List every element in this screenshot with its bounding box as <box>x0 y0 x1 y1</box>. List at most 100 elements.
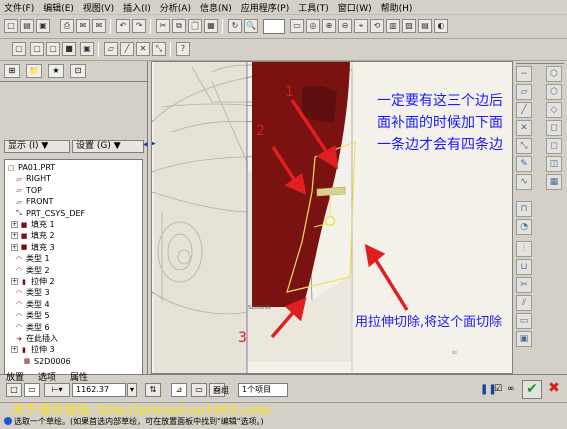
merge-icon[interactable]: ⊔ <box>516 259 532 275</box>
plane-icon[interactable]: ▱ <box>516 84 532 100</box>
connections-icon[interactable]: ⊡ <box>70 64 86 78</box>
tree-item[interactable]: ➔ 在此插入 <box>15 333 58 344</box>
datum-planes-icon[interactable]: ▱ <box>104 42 118 56</box>
shading-icon[interactable]: ■ <box>62 42 76 56</box>
settings-dropdown[interactable]: 设置 (G) ▼ <box>72 140 144 153</box>
copy-icon[interactable]: ⧉ <box>172 19 186 33</box>
thicken-icon[interactable]: ▭ <box>516 313 532 329</box>
tree-item[interactable]: ▦ S2D0006 <box>23 356 71 367</box>
zoom-out-icon[interactable]: ⊖ <box>338 19 352 33</box>
menu-view[interactable]: 视图(V) <box>83 1 114 14</box>
wireframe-icon[interactable]: ▢ <box>12 42 26 56</box>
tree-item[interactable]: ⤡ PRT_CSYS_DEF <box>15 208 85 219</box>
menu-tools[interactable]: 工具(T) <box>298 1 329 14</box>
surface-extrude-icon[interactable]: ▭ <box>24 383 40 397</box>
sketch-tool-icon[interactable]: ✎ <box>516 156 532 172</box>
regenerate-icon[interactable]: ↻ <box>228 19 242 33</box>
hidden-line-icon[interactable]: ▢ <box>30 42 44 56</box>
save-icon[interactable]: ▣ <box>36 19 50 33</box>
tree-item[interactable]: ◠ 类型 6 <box>15 322 50 333</box>
extrude-tool-icon[interactable]: ⊓ <box>516 201 532 217</box>
new-file-icon[interactable]: □ <box>4 19 18 33</box>
expand-toggle-icon[interactable]: + <box>11 232 18 240</box>
repaint-icon[interactable]: ▭ <box>290 19 304 33</box>
viewport-left-arrow-icon[interactable]: ▶ <box>152 140 156 147</box>
menu-insert[interactable]: 插入(I) <box>123 1 151 14</box>
cancel-button[interactable]: ✖ <box>545 380 563 399</box>
depth-dropdown-icon[interactable]: ▾ <box>127 383 137 397</box>
menu-edit[interactable]: 编辑(E) <box>43 1 74 14</box>
solidify-icon[interactable]: ▣ <box>516 331 532 347</box>
datum-points-icon[interactable]: ✕ <box>136 42 150 56</box>
whats-this-icon[interactable]: ? <box>176 42 190 56</box>
thicken-sketch-icon[interactable]: ▭ <box>191 383 207 397</box>
email-link-icon[interactable]: ✉ <box>92 19 106 33</box>
paste-special-icon[interactable]: ▦ <box>204 19 218 33</box>
csys-display-icon[interactable]: ⤡ <box>152 42 166 56</box>
layers-icon[interactable]: ▨ <box>402 19 416 33</box>
tree-item[interactable]: ◠ 类型 1 <box>15 253 50 264</box>
tree-item[interactable]: + ▮ 拉伸 2 <box>11 276 55 287</box>
menu-info[interactable]: 信息(N) <box>200 1 232 14</box>
print-icon[interactable]: ⎙ <box>60 19 74 33</box>
revolve-tool-icon[interactable]: ◔ <box>516 219 532 235</box>
trim-icon[interactable]: ✂ <box>516 277 532 293</box>
reorient-icon[interactable]: ⟲ <box>370 19 384 33</box>
depth-value-input[interactable]: 1162.37 <box>72 383 126 397</box>
feature-icon-e[interactable]: ◻ <box>546 138 562 154</box>
feature-icon-a[interactable]: ⬡ <box>546 66 562 82</box>
accept-button[interactable]: ✔ <box>522 380 542 399</box>
expand-toggle-icon[interactable]: + <box>11 278 18 285</box>
curve-icon[interactable]: ∿ <box>516 174 532 190</box>
datum-axes-icon[interactable]: ╱ <box>120 42 134 56</box>
tree-item[interactable]: + ▮ 拉伸 3 <box>11 344 55 355</box>
display-dropdown[interactable]: 显示 (I) ▼ <box>4 140 70 153</box>
feature-icon-f[interactable]: ◫ <box>546 156 562 172</box>
menu-window[interactable]: 窗口(W) <box>338 1 372 14</box>
tree-item[interactable]: ▱ FRONT <box>15 196 53 207</box>
tree-item[interactable]: ◠ 类型 3 <box>15 287 50 298</box>
expand-toggle-icon[interactable]: + <box>11 346 18 354</box>
tree-item[interactable]: ▱ TOP <box>15 185 42 196</box>
mirror-icon[interactable]: ⫶ <box>516 241 532 257</box>
csys-icon[interactable]: ⤡ <box>516 138 532 154</box>
menu-applications[interactable]: 应用程序(P) <box>241 1 289 14</box>
tree-item[interactable]: ◠ 类型 2 <box>15 265 50 276</box>
depth-option-icon[interactable]: ⊢▾ <box>44 383 70 397</box>
menu-file[interactable]: 文件(F) <box>4 1 34 14</box>
undo-icon[interactable]: ↶ <box>116 19 130 33</box>
selection-filter-dropdown[interactable] <box>263 19 285 34</box>
open-file-icon[interactable]: ▤ <box>20 19 34 33</box>
feature-icon-g[interactable]: ▦ <box>546 174 562 190</box>
tree-item[interactable]: ◠ 类型 5 <box>15 310 50 321</box>
axis-icon[interactable]: ╱ <box>516 102 532 118</box>
tree-item[interactable]: + ■ 填充 2 <box>11 230 55 241</box>
refit-icon[interactable]: ⌖ <box>354 19 368 33</box>
view-manager-icon[interactable]: ▤ <box>418 19 432 33</box>
tree-item[interactable]: + ■ 填充 3 <box>11 242 55 253</box>
verify-icon[interactable]: ∞ <box>507 384 515 394</box>
menu-help[interactable]: 帮助(H) <box>381 1 413 14</box>
tree-item[interactable]: ▢ PA01.PRT <box>7 162 56 173</box>
rotate-view-icon[interactable]: ~ <box>516 66 532 82</box>
offset-icon[interactable]: ⫽ <box>516 295 532 311</box>
solid-extrude-icon[interactable]: □ <box>6 383 22 397</box>
favorites-icon[interactable]: ★ <box>48 64 64 78</box>
tree-item[interactable]: ◠ 类型 4 <box>15 299 50 310</box>
find-icon[interactable]: 🔍 <box>244 19 258 33</box>
feature-icon-c[interactable]: ◇ <box>546 102 562 118</box>
point-icon[interactable]: ✕ <box>516 120 532 136</box>
preview-checkbox[interactable]: ☑ <box>494 384 502 394</box>
tree-item[interactable]: ▱ RIGHT <box>15 173 51 184</box>
paste-icon[interactable]: 📋 <box>188 19 202 33</box>
feature-icon-d[interactable]: ◻ <box>546 120 562 136</box>
tab-properties[interactable]: 属性 <box>70 370 88 383</box>
remove-material-icon[interactable]: ⊿ <box>171 383 187 397</box>
saved-views-icon[interactable]: ▥ <box>386 19 400 33</box>
expand-toggle-icon[interactable]: + <box>11 243 18 251</box>
expand-toggle-icon[interactable]: + <box>11 221 18 228</box>
cut-icon[interactable]: ✂ <box>156 19 170 33</box>
email-icon[interactable]: ✉ <box>76 19 90 33</box>
spin-center-icon[interactable]: ◎ <box>306 19 320 33</box>
redo-icon[interactable]: ↷ <box>132 19 146 33</box>
